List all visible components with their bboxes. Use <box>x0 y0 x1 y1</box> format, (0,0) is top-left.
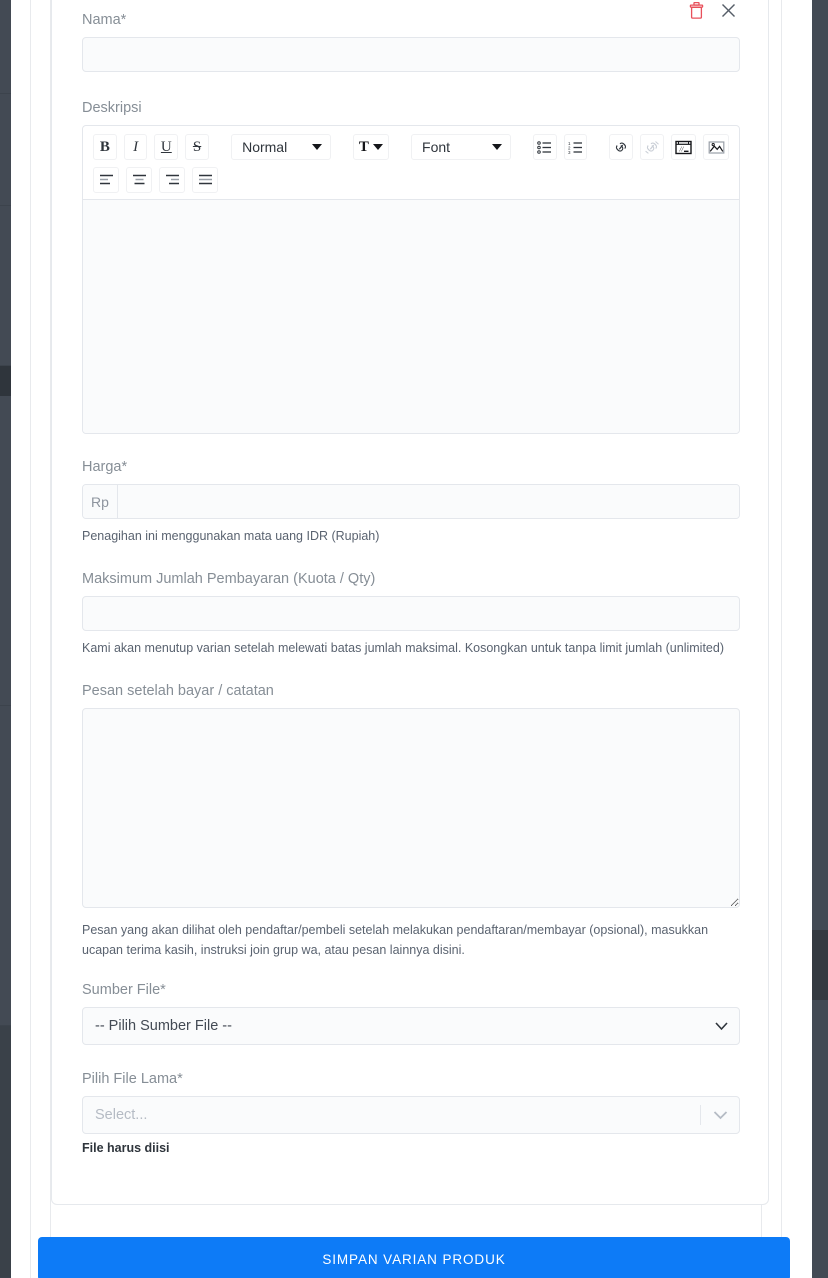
editor-content-area[interactable] <box>83 200 739 433</box>
field-deskripsi: Deskripsi B I U S Normal T Font 1 2 3 // <box>82 99 740 434</box>
italic-button[interactable]: I <box>123 134 148 160</box>
background-strip-2 <box>32 0 51 1278</box>
sumber-file-select[interactable]: -- Pilih Sumber File -- <box>82 1007 740 1045</box>
label-pesan: Pesan setelah bayar / catatan <box>82 683 274 699</box>
underline-button[interactable]: U <box>154 134 179 160</box>
align-center-button[interactable] <box>126 167 152 193</box>
background-strip-1 <box>11 0 31 1278</box>
pilih-file-lama-placeholder: Select... <box>95 1107 148 1123</box>
align-left-button[interactable] <box>93 167 119 193</box>
submit-button-label: SIMPAN VARIAN PRODUK <box>322 1251 506 1267</box>
strikethrough-icon: S <box>192 138 202 155</box>
kuota-help-text: Kami akan menutup varian setelah melewat… <box>82 641 724 655</box>
header-size-select[interactable]: Normal <box>231 134 331 160</box>
nama-input[interactable] <box>82 37 740 72</box>
chevron-down-icon[interactable] <box>701 1097 739 1133</box>
insert-video-button[interactable]: // <box>670 134 697 160</box>
insert-image-button[interactable] <box>703 134 730 160</box>
chevron-down-icon <box>372 144 383 150</box>
ordered-list-icon: 1 2 3 <box>568 141 582 154</box>
chevron-down-icon <box>311 144 322 150</box>
link-icon <box>616 142 627 152</box>
background-right-panel <box>812 0 828 1278</box>
italic-icon: I <box>133 138 139 155</box>
svg-text://: // <box>679 145 685 153</box>
ordered-list-button[interactable]: 1 2 3 <box>563 134 588 160</box>
bold-button[interactable]: B <box>93 134 117 160</box>
kuota-input[interactable] <box>82 596 740 631</box>
svg-text:3: 3 <box>568 150 571 154</box>
bold-icon: B <box>99 138 110 155</box>
editor-toolbar-row-2 <box>93 167 729 193</box>
background-sidebar-active-band <box>0 366 11 396</box>
align-left-icon <box>99 174 113 185</box>
chevron-down-icon <box>491 144 502 150</box>
label-pilih-file-lama: Pilih File Lama* <box>82 1071 183 1087</box>
harga-help-text: Penagihan ini menggunakan mata uang IDR … <box>82 529 380 543</box>
text-color-icon: T <box>358 138 369 155</box>
pesan-textarea[interactable] <box>82 708 740 908</box>
rich-text-editor: B I U S Normal T Font 1 2 3 // <box>82 125 740 434</box>
background-strip-4 <box>781 0 812 1278</box>
label-deskripsi: Deskripsi <box>82 100 142 116</box>
align-right-icon <box>165 174 179 185</box>
field-pilih-file-lama: Pilih File Lama* Select... File harus di… <box>82 1070 740 1156</box>
currency-addon: Rp <box>83 485 118 518</box>
text-color-button[interactable]: T <box>352 134 389 160</box>
insert-link-button[interactable] <box>609 134 634 160</box>
editor-toolbar: B I U S Normal T Font 1 2 3 // <box>83 126 739 200</box>
label-harga: Harga* <box>82 459 128 475</box>
bullet-list-icon <box>537 140 552 154</box>
variant-form-modal: Nama* Deskripsi B I U S Normal T Font 1 … <box>51 0 769 1205</box>
align-justify-icon <box>198 174 212 185</box>
pilih-file-lama-select[interactable]: Select... <box>82 1096 740 1134</box>
font-family-value: Font <box>422 139 451 155</box>
label-sumber-file: Sumber File* <box>82 982 166 998</box>
bullet-list-button[interactable] <box>532 134 557 160</box>
pilih-file-lama-error: File harus diisi <box>82 1141 170 1155</box>
image-icon <box>708 140 725 154</box>
field-sumber-file: Sumber File* -- Pilih Sumber File -- <box>82 981 740 1045</box>
pesan-help-text: Pesan yang akan dilihat oleh pendaftar/p… <box>82 923 709 957</box>
field-nama: Nama* <box>82 11 740 72</box>
simpan-varian-produk-button[interactable]: SIMPAN VARIAN PRODUK <box>38 1237 790 1278</box>
field-pesan: Pesan setelah bayar / catatan Pesan yang… <box>82 682 740 960</box>
font-family-select[interactable]: Font <box>411 134 511 160</box>
remove-link-button[interactable] <box>640 134 664 160</box>
field-kuota: Maksimum Jumlah Pembayaran (Kuota / Qty)… <box>82 570 740 658</box>
underline-icon: U <box>160 138 172 155</box>
align-justify-button[interactable] <box>192 167 218 193</box>
header-size-value: Normal <box>242 139 288 155</box>
editor-toolbar-row-1: B I U S Normal T Font 1 2 3 // <box>93 134 730 160</box>
background-left-sidebar <box>0 0 11 1278</box>
align-right-button[interactable] <box>159 167 185 193</box>
harga-input[interactable] <box>118 485 739 518</box>
video-icon: // <box>675 140 692 154</box>
align-center-icon <box>132 174 146 185</box>
unlink-icon <box>645 141 659 154</box>
label-kuota: Maksimum Jumlah Pembayaran (Kuota / Qty) <box>82 571 376 587</box>
field-harga: Harga* Rp Penagihan ini menggunakan mata… <box>82 458 740 546</box>
sumber-file-wrap: -- Pilih Sumber File -- <box>82 1007 740 1045</box>
label-nama: Nama* <box>82 12 127 28</box>
page-root: Nama* Deskripsi B I U S Normal T Font 1 … <box>0 0 828 1278</box>
strikethrough-button[interactable]: S <box>185 134 209 160</box>
harga-input-group: Rp <box>82 484 740 519</box>
